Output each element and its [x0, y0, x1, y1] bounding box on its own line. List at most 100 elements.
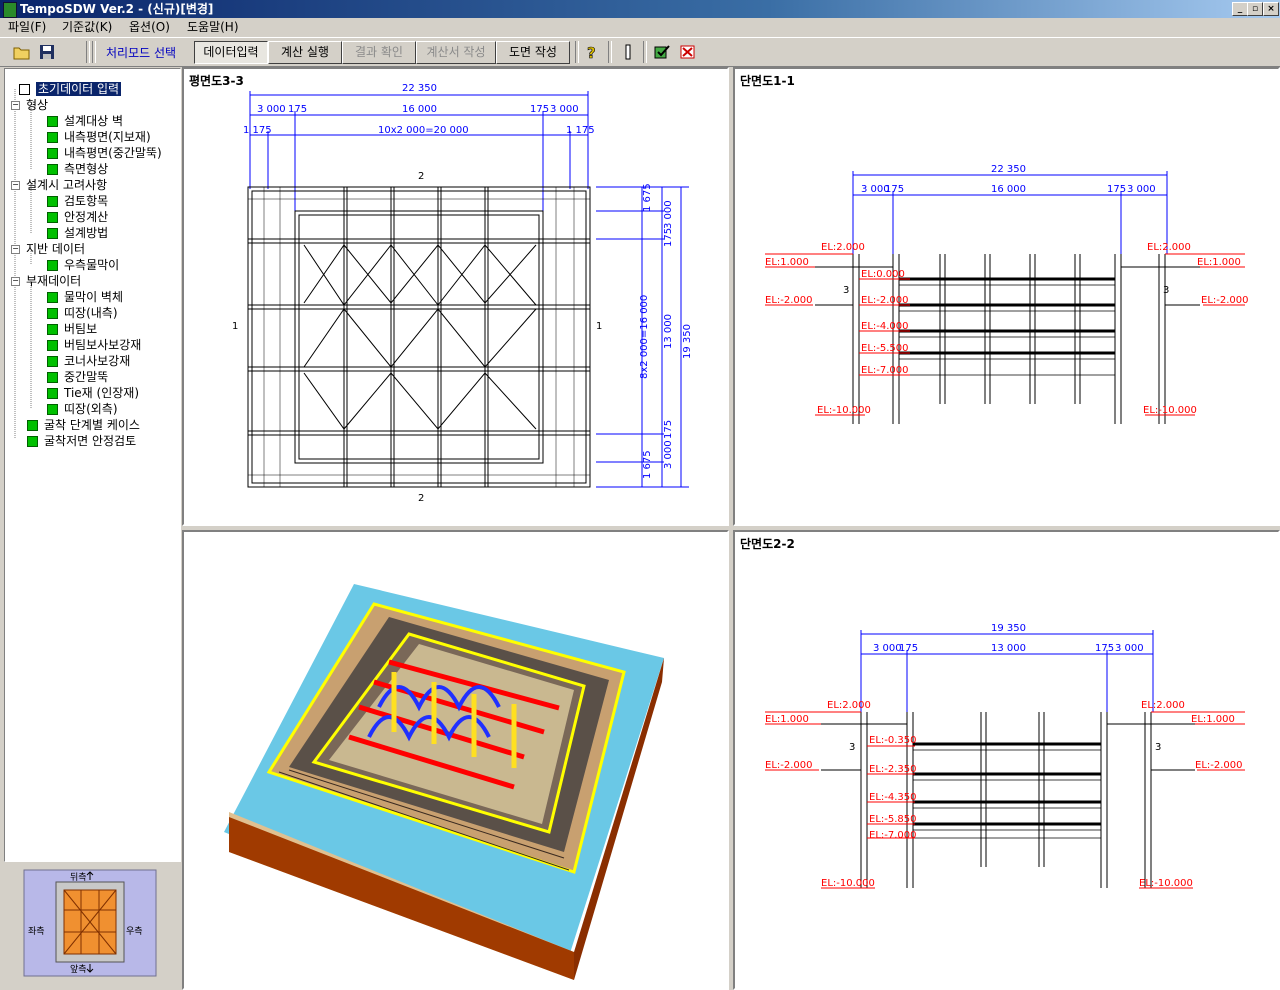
- open-folder-icon[interactable]: [10, 41, 34, 63]
- collapse-icon[interactable]: −: [11, 181, 20, 190]
- tree-item-tie-member[interactable]: Tie재 (인장재): [47, 385, 139, 401]
- info-icon[interactable]: [616, 41, 640, 63]
- tree-item-strut[interactable]: 버팀보: [47, 321, 97, 337]
- s1-level-4: EL:-7.000: [861, 365, 909, 376]
- tree-label: 설계대상 벽: [64, 114, 124, 128]
- tab-run-calc[interactable]: 계산 실행: [268, 41, 342, 64]
- separator: [608, 41, 612, 63]
- tree-item-retaining-wall[interactable]: 물막이 벽체: [47, 289, 123, 305]
- menu-help[interactable]: 도움말(H): [187, 18, 239, 37]
- tree-item-right-wall[interactable]: 우측물막이: [47, 257, 119, 273]
- section1-drawing: 22 350 3 000 175 16 000 175 3 000 EL:2.0…: [765, 164, 1249, 424]
- s1-dim-d4: 175: [1107, 184, 1126, 195]
- toolbar: 처리모드 선택 데이터입력 계산 실행 결과 확인 계산서 작성 도면 작성 ?: [0, 37, 1280, 67]
- plan-section-1-left: 1: [232, 321, 238, 332]
- tree-item-corner-brace[interactable]: 코너사보강재: [47, 353, 130, 369]
- help-icon[interactable]: ?: [580, 41, 604, 63]
- plan-view-pane[interactable]: 평면도3-3 22 350 3 000 175 16 000 175 3 000…: [182, 67, 729, 526]
- tree-label: 형상: [26, 98, 49, 112]
- section-1-1-pane[interactable]: 단면도1-1 22 350 3 000 175 16 000 175 3 000: [733, 67, 1280, 526]
- plan-dim-v4: 175: [663, 420, 674, 439]
- navigator-diagram[interactable]: 뒤측 앞측 좌측 우측: [4, 862, 179, 986]
- s2-dim-total: 19 350: [991, 623, 1026, 634]
- s1-level-3: EL:-5.500: [861, 343, 909, 354]
- s1-level-2: EL:-4.000: [861, 321, 909, 332]
- tree-label: Tie재 (인장재): [64, 386, 140, 400]
- s2-level-0: EL:-0.350: [869, 735, 917, 746]
- exit-icon[interactable]: [676, 41, 700, 63]
- tree-item-inner-plan-pile[interactable]: 내측평면(중간말뚝): [47, 145, 162, 161]
- tree-label: 초기데이터 입력: [36, 82, 122, 96]
- app-icon: [3, 2, 17, 18]
- tree-item-excavation-cases[interactable]: 굴착 단계별 케이스: [27, 417, 140, 433]
- menu-options[interactable]: 옵션(O): [129, 18, 170, 37]
- s2-el-bot-right: EL:-10.000: [1139, 878, 1193, 889]
- s2-wl-left: 3: [849, 742, 855, 753]
- plan-dim-v5: 3 000: [663, 440, 674, 469]
- status-icon: [47, 132, 58, 143]
- close-button[interactable]: ×: [1263, 2, 1279, 16]
- s1-dim-d3: 16 000: [991, 184, 1026, 195]
- side-navigator: 뒤측 앞측 좌측 우측: [4, 862, 179, 986]
- tree-item-design-method[interactable]: 설계방법: [47, 225, 108, 241]
- tree-item-side-shape[interactable]: 측면형상: [47, 161, 108, 177]
- save-icon[interactable]: [35, 41, 59, 63]
- s2-level-4: EL:-7.000: [869, 830, 917, 841]
- tree-item-review-items[interactable]: 검토항목: [47, 193, 108, 209]
- status-icon: [27, 420, 38, 431]
- tree-item-bottom-stability[interactable]: 굴착저면 안정검토: [27, 433, 136, 449]
- s1-el-bot-left: EL:-10.000: [817, 405, 871, 416]
- tree-item-member-data[interactable]: − 부재데이터: [11, 273, 81, 289]
- collapse-icon[interactable]: −: [11, 245, 20, 254]
- plan-dim-v1: 1 675: [642, 183, 653, 212]
- 3d-view-pane[interactable]: [182, 530, 729, 990]
- tab-check-results[interactable]: 결과 확인: [342, 41, 416, 64]
- tab-data-input[interactable]: 데이터입력: [194, 41, 268, 64]
- minimize-button[interactable]: _: [1232, 2, 1248, 16]
- plan-dim-v-total: 19 350: [682, 324, 693, 359]
- collapse-icon[interactable]: −: [11, 101, 20, 110]
- maximize-button[interactable]: ▫: [1247, 2, 1263, 16]
- tree-item-stability-calc[interactable]: 안정계산: [47, 209, 108, 225]
- tree-label: 코너사보강재: [64, 354, 131, 368]
- settings-check-icon[interactable]: [651, 41, 675, 63]
- separator: [575, 41, 579, 63]
- tree-item-inner-plan-support[interactable]: 내측평면(지보재): [47, 129, 151, 145]
- tab-draw-drawing[interactable]: 도면 작성: [496, 41, 570, 64]
- plan-dim-e2: 10x2 000=20 000: [378, 125, 469, 136]
- tree-item-ground-data[interactable]: − 지반 데이터: [11, 241, 85, 257]
- s1-level-0: EL:0.000: [861, 269, 905, 280]
- tree-item-wale-outer[interactable]: 띠장(외측): [47, 401, 118, 417]
- status-icon: [47, 164, 58, 175]
- s2-level-1: EL:-2.350: [869, 764, 917, 775]
- separator: [86, 41, 90, 63]
- s2-dim-d2: 175: [899, 643, 918, 654]
- plan-section-1-right: 1: [596, 321, 602, 332]
- plan-dim-d2: 175: [288, 104, 307, 115]
- title-bar: TempoSDW Ver.2 - (신규)[변경] _ ▫ ×: [0, 0, 1280, 18]
- section-2-2-pane[interactable]: 단면도2-2 19 350 3 000 175 13 000 175 3 000: [733, 530, 1280, 990]
- tree-item-shape[interactable]: − 형상: [11, 97, 48, 113]
- plan-dim-v2: 3 000: [663, 200, 674, 229]
- tree-item-design-considerations[interactable]: − 설계시 고려사항: [11, 177, 107, 193]
- plan-dim-total: 22 350: [402, 83, 437, 94]
- tab-write-report[interactable]: 계산서 작성: [416, 41, 496, 64]
- s2-dim-d3: 13 000: [991, 643, 1026, 654]
- tree-item-initial-data[interactable]: 초기데이터 입력: [19, 81, 122, 97]
- tree-item-strut-brace[interactable]: 버팀보사보강재: [47, 337, 141, 353]
- menu-file[interactable]: 파일(F): [8, 18, 46, 37]
- s1-level-1: EL:-2.000: [861, 295, 909, 306]
- s1-el-bot-right: EL:-10.000: [1143, 405, 1197, 416]
- tree-item-wale-inner[interactable]: 띠장(내측): [47, 305, 118, 321]
- status-icon: [47, 324, 58, 335]
- s2-level-2: EL:-4.350: [869, 792, 917, 803]
- separator: [92, 41, 96, 63]
- tree-item-design-wall[interactable]: 설계대상 벽: [47, 113, 123, 129]
- tree-label: 측면형상: [64, 162, 109, 176]
- menu-defaults[interactable]: 기준값(K): [62, 18, 112, 37]
- s1-el-gl-right: EL:1.000: [1197, 257, 1241, 268]
- tree-item-middle-pile[interactable]: 중간말뚝: [47, 369, 108, 385]
- collapse-icon[interactable]: −: [11, 277, 20, 286]
- tree-label: 버팀보사보강재: [64, 338, 142, 352]
- tree-label: 중간말뚝: [64, 370, 109, 384]
